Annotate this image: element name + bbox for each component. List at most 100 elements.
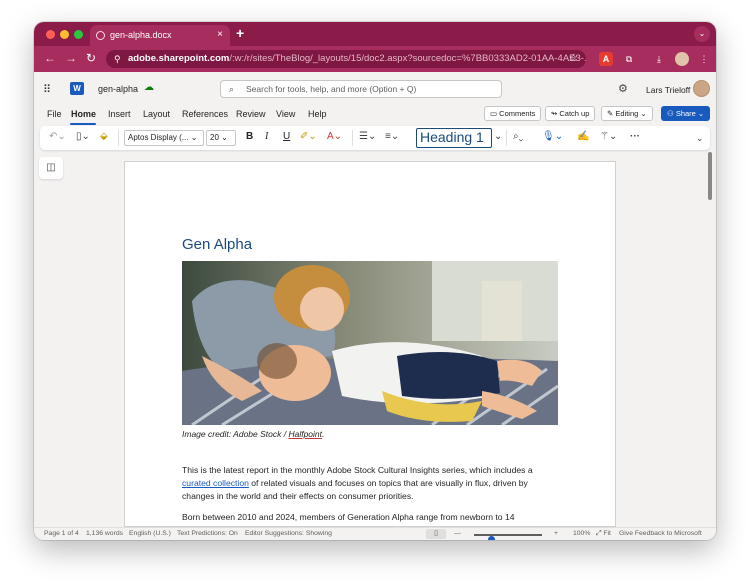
tab-file[interactable]: File (47, 109, 62, 119)
bookmark-star-icon[interactable]: ☆ (569, 50, 578, 68)
fit-button[interactable]: ⤢ Fit (596, 530, 611, 538)
search-input[interactable]: ⌕ Search for tools, help, and more (Opti… (220, 80, 502, 98)
home-ribbon: ↶⌄ ▯⌄ ⬙ Aptos Display (... ⌄ 20 ⌄ B I U … (40, 126, 710, 150)
word-logo-icon[interactable]: W (70, 82, 84, 95)
ribbon-tabs: File Home Insert Layout References Revie… (34, 104, 716, 126)
tab-insert[interactable]: Insert (108, 109, 131, 119)
minimize-window-button[interactable] (60, 30, 69, 39)
tab-view[interactable]: View (276, 109, 295, 119)
caption-credit-link[interactable]: Halfpoint (288, 429, 322, 439)
editing-mode-button[interactable]: ✎ Editing ⌄ (601, 106, 653, 121)
ribbon-divider (352, 130, 353, 146)
font-size-select[interactable]: 20 ⌄ (206, 130, 236, 146)
document-image[interactable] (182, 261, 558, 425)
feedback-link[interactable]: Give Feedback to Microsoft (619, 530, 702, 537)
italic-button[interactable]: I (265, 131, 268, 142)
tab-favicon-icon (96, 31, 105, 40)
highlight-icon[interactable]: ✐⌄ (300, 131, 317, 142)
document-name[interactable]: gen-alpha (98, 84, 138, 94)
tab-layout[interactable]: Layout (143, 109, 170, 119)
zoom-slider[interactable] (474, 534, 542, 540)
address-bar[interactable]: ⚲ adobe.sharepoint.com/:w:/r/sites/TheBl… (106, 50, 586, 68)
bold-button[interactable]: B (246, 131, 253, 142)
ribbon-divider (506, 130, 507, 146)
chevron-down-icon: ⌄ (218, 133, 228, 142)
catch-up-button[interactable]: ↬ Catch up (545, 106, 596, 121)
zoom-slider-thumb[interactable] (487, 536, 495, 540)
office-app-bar: ⠿ W gen-alpha ☁ ⌕ Search for tools, help… (34, 72, 716, 104)
font-color-icon[interactable]: A⌄ (327, 131, 342, 142)
ribbon-divider (118, 130, 119, 146)
tab-strip: gen-alpha.docx × + ⌄ (34, 22, 716, 46)
back-button[interactable]: ← (44, 51, 56, 65)
font-name-select[interactable]: Aptos Display (... ⌄ (124, 130, 204, 146)
styles-chevron-down-icon[interactable]: ⌄ (494, 131, 502, 142)
settings-gear-icon[interactable]: ⚙ (618, 82, 628, 95)
forward-button[interactable]: → (65, 51, 77, 65)
download-icon[interactable]: ⤓ (652, 52, 666, 66)
undo-icon[interactable]: ↶⌄ (49, 131, 66, 142)
url-text: adobe.sharepoint.com/:w:/r/sites/TheBlog… (128, 53, 586, 64)
comment-icon: ▭ (490, 109, 500, 118)
find-icon[interactable]: ⌕⌄ (513, 131, 523, 142)
editor-suggestions-status[interactable]: Editor Suggestions: Showing (245, 530, 332, 537)
align-icon[interactable]: ≡⌄ (385, 131, 399, 142)
tab-close-icon[interactable]: × (217, 29, 223, 40)
bullets-icon[interactable]: ☰⌄ (359, 131, 376, 142)
word-count[interactable]: 1,136 words (86, 530, 123, 537)
text-predictions-status[interactable]: Text Predictions: On (177, 530, 238, 537)
profile-avatar[interactable] (675, 52, 689, 66)
search-placeholder: Search for tools, help, and more (Option… (246, 84, 417, 94)
active-tab-indicator (70, 123, 96, 125)
user-name[interactable]: Lars Trieloff (646, 85, 690, 95)
underline-button[interactable]: U (283, 131, 290, 142)
curated-collection-link[interactable]: curated collection (182, 478, 249, 488)
vertical-scrollbar[interactable] (708, 152, 712, 200)
chevron-down-icon: ⌄ (188, 133, 198, 142)
new-tab-button[interactable]: + (236, 25, 244, 41)
cloud-saved-icon[interactable]: ☁ (144, 82, 154, 93)
app-launcher-icon[interactable]: ⠿ (43, 83, 51, 96)
reload-button[interactable]: ↻ (86, 51, 96, 65)
adobe-extension-icon[interactable]: A (599, 52, 613, 66)
chevron-down-icon: ⌄ (638, 109, 647, 118)
tab-help[interactable]: Help (308, 109, 327, 119)
document-page[interactable]: Gen Alpha Image credit: Adobe Stock / Ha… (124, 161, 616, 527)
zoom-out-button[interactable]: — (454, 530, 461, 537)
site-info-icon[interactable]: ⚲ (114, 50, 121, 68)
paragraph-intro[interactable]: This is the latest report in the monthly… (182, 464, 562, 503)
clipboard-icon[interactable]: ▯⌄ (76, 131, 90, 142)
zoom-level[interactable]: 100% (573, 530, 590, 537)
tab-review[interactable]: Review (236, 109, 266, 119)
maximize-window-button[interactable] (74, 30, 83, 39)
baby-photo-illustration (182, 261, 558, 425)
tab-title: gen-alpha.docx (110, 30, 172, 40)
user-avatar[interactable] (693, 80, 710, 97)
tab-home[interactable]: Home (71, 109, 96, 119)
language-status[interactable]: English (U.S.) (129, 530, 171, 537)
image-caption[interactable]: Image credit: Adobe Stock / Halfpoint. (182, 429, 324, 439)
editor-icon[interactable]: ✍ (577, 131, 589, 142)
extensions-puzzle-icon[interactable]: ⧉ (622, 52, 636, 66)
page-count[interactable]: Page 1 of 4 (44, 530, 79, 537)
browser-toolbar: ← → ↻ ⚲ adobe.sharepoint.com/:w:/r/sites… (34, 46, 716, 72)
chevron-down-icon: ⌄ (695, 109, 705, 118)
print-layout-icon[interactable]: ▯ (426, 529, 446, 539)
share-button[interactable]: ⚇ Share ⌄ (661, 106, 711, 121)
more-options-icon[interactable]: ··· (630, 131, 640, 142)
tab-search-button[interactable]: ⌄ (694, 26, 710, 42)
ribbon-expand-chevron-icon[interactable]: ⌄ (696, 133, 704, 144)
dictate-microphone-icon[interactable]: 🎙︎⌄ (542, 131, 563, 142)
document-heading[interactable]: Gen Alpha (182, 236, 252, 253)
paragraph-born[interactable]: Born between 2010 and 2024, members of G… (182, 511, 562, 524)
comments-button[interactable]: ▭ Comments (484, 106, 542, 121)
zoom-in-button[interactable]: + (554, 530, 558, 537)
browser-tab[interactable]: gen-alpha.docx × (90, 25, 230, 46)
tab-references[interactable]: References (182, 109, 228, 119)
browser-menu-icon[interactable]: ⋮ (697, 52, 711, 66)
style-heading-1[interactable]: Heading 1 (416, 128, 492, 148)
format-painter-icon[interactable]: ⬙ (100, 131, 108, 142)
navigation-pane-icon[interactable]: ◫ (39, 157, 63, 179)
designer-wand-icon[interactable]: ⚚⌄ (600, 131, 617, 142)
close-window-button[interactable] (46, 30, 55, 39)
